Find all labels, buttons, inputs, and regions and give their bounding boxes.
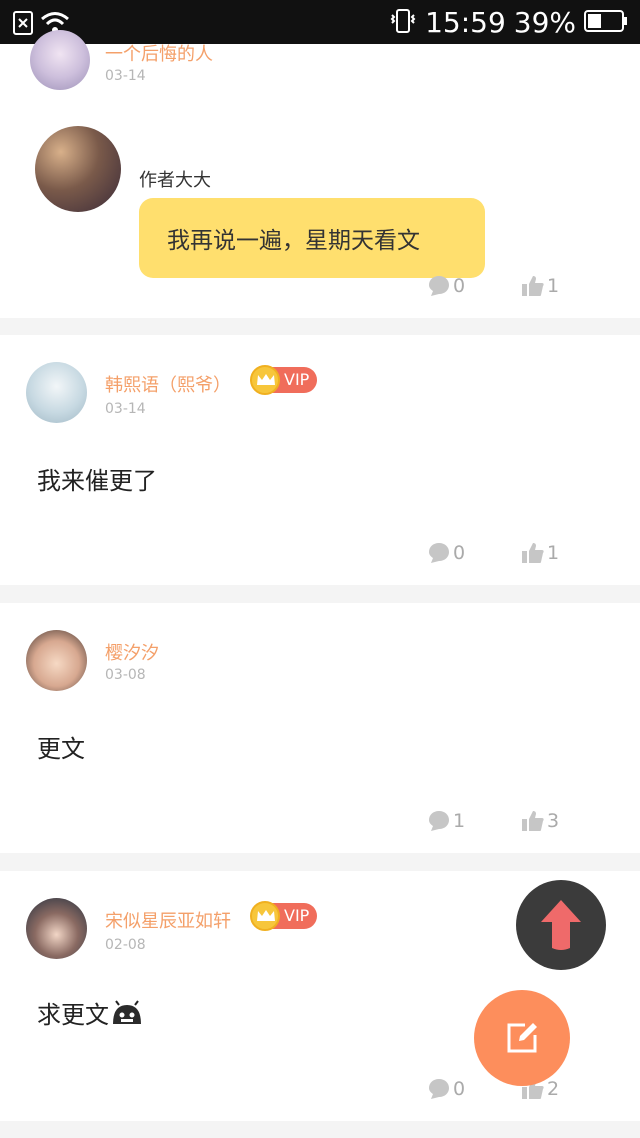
comment-count: 1 [453, 810, 466, 832]
battery-icon [584, 9, 628, 37]
comment-count-button[interactable]: 1 [427, 809, 465, 833]
username[interactable]: 宋似星辰亚如轩 [105, 907, 231, 933]
comment-text-row: 求更文 [37, 995, 143, 1030]
author-label: 作者大大 [139, 170, 211, 191]
author-reply-bubble: 我再说一遍，星期天看文 [139, 198, 485, 278]
write-comment-button[interactable] [474, 990, 570, 1086]
comment-text: 更文 [37, 735, 85, 763]
comment-icon [429, 276, 449, 296]
thumbs-up-icon [522, 276, 544, 296]
thumbs-up-icon [522, 543, 544, 563]
comment-card: 一个后悔的人 03-14 作者大大 我再说一遍，星期天看文 0 1 [0, 30, 640, 318]
like-count: 2 [547, 1078, 560, 1100]
comment-count-button[interactable]: 0 [427, 1077, 465, 1101]
sim-icon [12, 10, 34, 40]
comment-card: 樱汐汐 03-08 更文 1 3 [0, 603, 640, 853]
username[interactable]: 一个后悔的人 [105, 40, 213, 66]
clock: 15:59 [425, 6, 506, 39]
like-count: 1 [547, 542, 560, 564]
like-count: 3 [547, 810, 560, 832]
comment-count: 0 [453, 275, 466, 297]
robot-emoji-icon [113, 999, 141, 1024]
avatar[interactable] [26, 630, 87, 691]
username[interactable]: 韩熙语（熙爷） [105, 371, 231, 397]
comment-text: 我来催更了 [37, 467, 157, 495]
like-button[interactable]: 3 [521, 809, 559, 833]
avatar[interactable] [26, 362, 87, 423]
comment-count: 0 [453, 542, 466, 564]
comment-count-button[interactable]: 0 [427, 541, 465, 565]
crown-icon [250, 901, 280, 931]
comment-text: 求更文 [37, 1001, 109, 1029]
vip-badge: VIP [250, 901, 318, 931]
comment-count: 0 [453, 1078, 466, 1100]
comment-date: 03-14 [105, 68, 146, 84]
avatar[interactable] [30, 30, 90, 90]
author-avatar[interactable] [35, 126, 121, 212]
comment-date: 03-08 [105, 667, 146, 683]
like-button[interactable]: 1 [521, 274, 559, 298]
like-count: 1 [547, 275, 560, 297]
vip-badge: VIP [250, 365, 318, 395]
comment-icon [429, 811, 449, 831]
crown-icon [250, 365, 280, 395]
username[interactable]: 樱汐汐 [105, 639, 159, 665]
like-button[interactable]: 1 [521, 541, 559, 565]
scroll-to-top-button[interactable] [516, 880, 606, 970]
comment-card: 韩熙语（熙爷） VIP 03-14 我来催更了 0 1 [0, 335, 640, 585]
comment-count-button[interactable]: 0 [427, 274, 465, 298]
status-bar: 15:59 39% [0, 0, 640, 44]
arrow-up-icon [541, 900, 581, 950]
thumbs-up-icon [522, 811, 544, 831]
comment-icon [429, 1079, 449, 1099]
vibrate-icon [389, 7, 417, 39]
avatar[interactable] [26, 898, 87, 959]
comment-date: 03-14 [105, 401, 146, 417]
comment-icon [429, 543, 449, 563]
battery-percent: 39% [513, 6, 576, 39]
edit-icon [507, 1023, 537, 1053]
comment-date: 02-08 [105, 937, 146, 953]
